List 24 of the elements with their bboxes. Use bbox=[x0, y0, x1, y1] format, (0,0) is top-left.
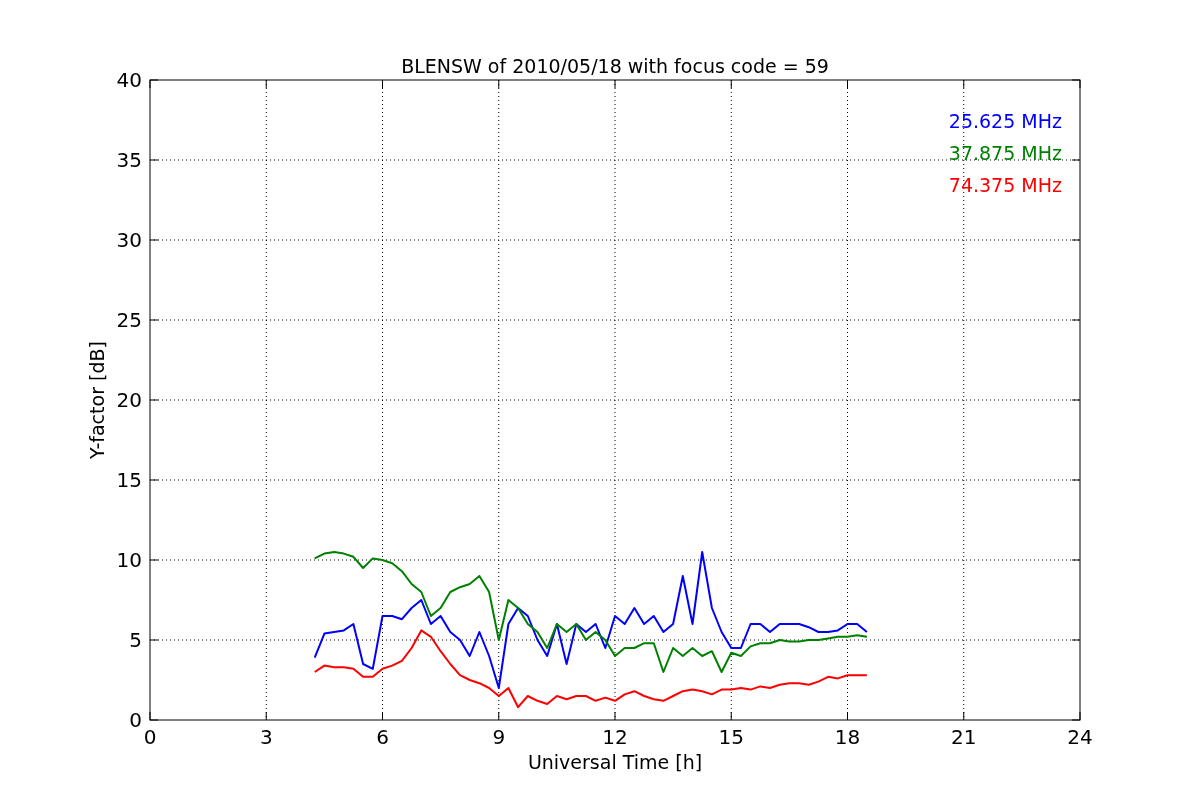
tick-label: 6 bbox=[376, 725, 389, 749]
chart-title: BLENSW of 2010/05/18 with focus code = 59 bbox=[401, 55, 829, 77]
tick-label: 10 bbox=[116, 548, 142, 572]
tick-label: 20 bbox=[116, 388, 142, 412]
tick-label: 30 bbox=[116, 228, 142, 252]
tick-label: 40 bbox=[116, 68, 142, 92]
tick-label: 24 bbox=[1067, 725, 1093, 749]
tick-label: 0 bbox=[143, 725, 157, 749]
tick-label: 18 bbox=[834, 725, 861, 749]
tick-label: 35 bbox=[116, 148, 142, 172]
tick-label: 3 bbox=[259, 725, 273, 749]
legend-label: 74.375 MHz bbox=[948, 174, 1062, 196]
legend-label: 37.875 MHz bbox=[948, 142, 1062, 164]
legend-label: 25.625 MHz bbox=[948, 110, 1062, 132]
tick-label: 9 bbox=[492, 725, 506, 749]
tick-label: 15 bbox=[116, 468, 142, 492]
x-axis-label: Universal Time [h] bbox=[527, 751, 703, 773]
tick-label: 25 bbox=[116, 308, 142, 332]
tick-label: 5 bbox=[129, 628, 142, 652]
tick-label: 15 bbox=[718, 725, 744, 749]
y-axis-label: Y-factor [dB] bbox=[86, 341, 108, 459]
tick-label: 0 bbox=[129, 708, 142, 732]
tick-label: 21 bbox=[951, 725, 977, 749]
tick-label: 12 bbox=[602, 725, 628, 749]
